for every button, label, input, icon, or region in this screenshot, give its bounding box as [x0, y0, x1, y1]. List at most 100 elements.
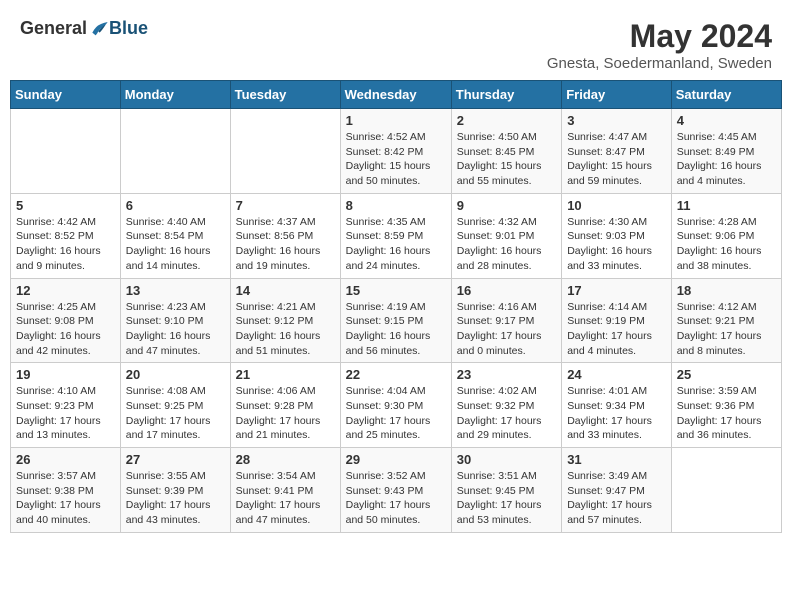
day-number: 16	[457, 283, 556, 298]
calendar-cell: 20Sunrise: 4:08 AM Sunset: 9:25 PM Dayli…	[120, 363, 230, 448]
calendar-cell: 30 Sunrise: 3:51 AM Sunset: 9:45 PM Dayli…	[451, 448, 561, 533]
day-info: Sunrise: 4:14 AM Sunset: 9:19 PM Dayligh…	[567, 300, 666, 359]
calendar-cell: 7 Sunrise: 4:37 AM Sunset: 8:56 PM Daylig…	[230, 193, 340, 278]
day-info: Sunrise: 4:01 AM Sunset: 9:34 PM Dayligh…	[567, 384, 666, 443]
calendar-cell: 11Sunrise: 4:28 AM Sunset: 9:06 PM Dayli…	[671, 193, 781, 278]
calendar-week-row: 1 Sunrise: 4:52 AM Sunset: 8:42 PM Daylig…	[11, 109, 782, 194]
calendar-cell: 15 Sunrise: 4:19 AM Sunset: 9:15 PM Dayli…	[340, 278, 451, 363]
calendar-week-row: 5 Sunrise: 4:42 AM Sunset: 8:52 PM Daylig…	[11, 193, 782, 278]
calendar-week-row: 26Sunrise: 3:57 AM Sunset: 9:38 PM Dayli…	[11, 448, 782, 533]
day-number: 22	[346, 367, 446, 382]
location-subtitle: Gnesta, Soedermanland, Sweden	[547, 55, 772, 72]
day-info: Sunrise: 4:40 AM Sunset: 8:54 PM Dayligh…	[126, 215, 225, 274]
calendar-cell: 31 Sunrise: 3:49 AM Sunset: 9:47 PM Dayli…	[562, 448, 672, 533]
day-header-wednesday: Wednesday	[340, 81, 451, 109]
calendar-cell: 24 Sunrise: 4:01 AM Sunset: 9:34 PM Dayli…	[562, 363, 672, 448]
day-info: Sunrise: 4:21 AM Sunset: 9:12 PM Dayligh…	[236, 300, 335, 359]
day-info: Sunrise: 4:16 AM Sunset: 9:17 PM Dayligh…	[457, 300, 556, 359]
calendar-cell: 14Sunrise: 4:21 AM Sunset: 9:12 PM Dayli…	[230, 278, 340, 363]
day-header-friday: Friday	[562, 81, 672, 109]
day-number: 27	[126, 452, 225, 467]
day-number: 1	[346, 113, 446, 128]
calendar-cell: 13Sunrise: 4:23 AM Sunset: 9:10 PM Dayli…	[120, 278, 230, 363]
day-info: Sunrise: 4:50 AM Sunset: 8:45 PM Dayligh…	[457, 130, 556, 189]
calendar-cell	[671, 448, 781, 533]
calendar-cell: 29Sunrise: 3:52 AM Sunset: 9:43 PM Dayli…	[340, 448, 451, 533]
logo-general-text: General	[20, 18, 87, 39]
calendar-header: SundayMondayTuesdayWednesdayThursdayFrid…	[11, 81, 782, 109]
day-info: Sunrise: 4:42 AM Sunset: 8:52 PM Dayligh…	[16, 215, 115, 274]
logo-bird-icon	[89, 19, 109, 39]
day-info: Sunrise: 3:49 AM Sunset: 9:47 PM Dayligh…	[567, 469, 666, 528]
day-info: Sunrise: 3:59 AM Sunset: 9:36 PM Dayligh…	[677, 384, 776, 443]
day-number: 8	[346, 198, 446, 213]
day-number: 18	[677, 283, 776, 298]
day-info: Sunrise: 4:52 AM Sunset: 8:42 PM Dayligh…	[346, 130, 446, 189]
day-number: 5	[16, 198, 115, 213]
day-number: 24	[567, 367, 666, 382]
calendar-cell: 22 Sunrise: 4:04 AM Sunset: 9:30 PM Dayli…	[340, 363, 451, 448]
calendar-cell: 5 Sunrise: 4:42 AM Sunset: 8:52 PM Daylig…	[11, 193, 121, 278]
calendar-cell: 1 Sunrise: 4:52 AM Sunset: 8:42 PM Daylig…	[340, 109, 451, 194]
day-info: Sunrise: 4:32 AM Sunset: 9:01 PM Dayligh…	[457, 215, 556, 274]
day-info: Sunrise: 4:45 AM Sunset: 8:49 PM Dayligh…	[677, 130, 776, 189]
day-header-thursday: Thursday	[451, 81, 561, 109]
day-info: Sunrise: 4:02 AM Sunset: 9:32 PM Dayligh…	[457, 384, 556, 443]
day-info: Sunrise: 4:04 AM Sunset: 9:30 PM Dayligh…	[346, 384, 446, 443]
day-info: Sunrise: 4:25 AM Sunset: 9:08 PM Dayligh…	[16, 300, 115, 359]
calendar-cell: 19Sunrise: 4:10 AM Sunset: 9:23 PM Dayli…	[11, 363, 121, 448]
day-number: 10	[567, 198, 666, 213]
day-info: Sunrise: 3:52 AM Sunset: 9:43 PM Dayligh…	[346, 469, 446, 528]
day-number: 7	[236, 198, 335, 213]
calendar-cell: 26Sunrise: 3:57 AM Sunset: 9:38 PM Dayli…	[11, 448, 121, 533]
calendar-cell: 3Sunrise: 4:47 AM Sunset: 8:47 PM Daylig…	[562, 109, 672, 194]
calendar-cell: 18 Sunrise: 4:12 AM Sunset: 9:21 PM Dayli…	[671, 278, 781, 363]
title-section: May 2024 Gnesta, Soedermanland, Sweden	[547, 18, 772, 72]
day-number: 6	[126, 198, 225, 213]
day-info: Sunrise: 4:19 AM Sunset: 9:15 PM Dayligh…	[346, 300, 446, 359]
day-info: Sunrise: 4:06 AM Sunset: 9:28 PM Dayligh…	[236, 384, 335, 443]
day-number: 23	[457, 367, 556, 382]
day-number: 2	[457, 113, 556, 128]
calendar-cell: 16 Sunrise: 4:16 AM Sunset: 9:17 PM Dayli…	[451, 278, 561, 363]
month-year-title: May 2024	[547, 18, 772, 55]
day-info: Sunrise: 4:35 AM Sunset: 8:59 PM Dayligh…	[346, 215, 446, 274]
day-number: 12	[16, 283, 115, 298]
calendar-cell	[11, 109, 121, 194]
day-number: 21	[236, 367, 335, 382]
day-info: Sunrise: 3:55 AM Sunset: 9:39 PM Dayligh…	[126, 469, 225, 528]
day-info: Sunrise: 4:47 AM Sunset: 8:47 PM Dayligh…	[567, 130, 666, 189]
calendar-cell: 12 Sunrise: 4:25 AM Sunset: 9:08 PM Dayli…	[11, 278, 121, 363]
day-number: 19	[16, 367, 115, 382]
day-info: Sunrise: 3:51 AM Sunset: 9:45 PM Dayligh…	[457, 469, 556, 528]
calendar-cell: 2 Sunrise: 4:50 AM Sunset: 8:45 PM Daylig…	[451, 109, 561, 194]
day-number: 31	[567, 452, 666, 467]
day-number: 30	[457, 452, 556, 467]
calendar-cell: 8 Sunrise: 4:35 AM Sunset: 8:59 PM Daylig…	[340, 193, 451, 278]
day-number: 13	[126, 283, 225, 298]
day-number: 11	[677, 198, 776, 213]
day-number: 17	[567, 283, 666, 298]
calendar-cell: 9 Sunrise: 4:32 AM Sunset: 9:01 PM Daylig…	[451, 193, 561, 278]
day-info: Sunrise: 4:30 AM Sunset: 9:03 PM Dayligh…	[567, 215, 666, 274]
day-info: Sunrise: 4:12 AM Sunset: 9:21 PM Dayligh…	[677, 300, 776, 359]
day-number: 9	[457, 198, 556, 213]
day-header-monday: Monday	[120, 81, 230, 109]
calendar-cell	[120, 109, 230, 194]
day-number: 26	[16, 452, 115, 467]
calendar-cell: 4 Sunrise: 4:45 AM Sunset: 8:49 PM Daylig…	[671, 109, 781, 194]
logo: General Blue	[20, 18, 148, 39]
calendar-table: SundayMondayTuesdayWednesdayThursdayFrid…	[10, 80, 782, 533]
calendar-week-row: 12 Sunrise: 4:25 AM Sunset: 9:08 PM Dayli…	[11, 278, 782, 363]
day-number: 28	[236, 452, 335, 467]
calendar-cell: 10 Sunrise: 4:30 AM Sunset: 9:03 PM Dayli…	[562, 193, 672, 278]
calendar-cell: 6 Sunrise: 4:40 AM Sunset: 8:54 PM Daylig…	[120, 193, 230, 278]
calendar-body: 1 Sunrise: 4:52 AM Sunset: 8:42 PM Daylig…	[11, 109, 782, 533]
day-number: 4	[677, 113, 776, 128]
day-number: 15	[346, 283, 446, 298]
day-info: Sunrise: 3:54 AM Sunset: 9:41 PM Dayligh…	[236, 469, 335, 528]
page-header: General Blue May 2024 Gnesta, Soedermanl…	[10, 10, 782, 76]
day-info: Sunrise: 4:37 AM Sunset: 8:56 PM Dayligh…	[236, 215, 335, 274]
calendar-cell	[230, 109, 340, 194]
day-number: 25	[677, 367, 776, 382]
